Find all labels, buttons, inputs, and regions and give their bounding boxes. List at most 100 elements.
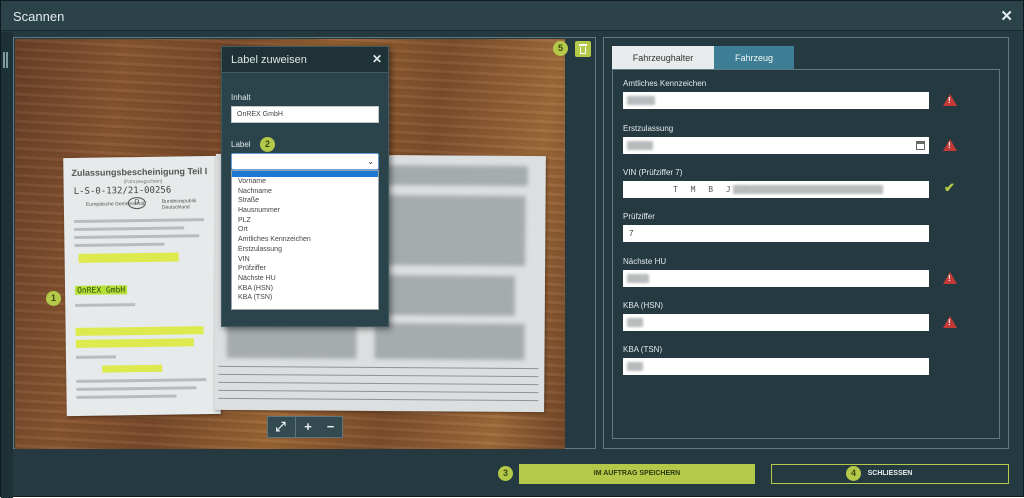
warning-icon: ! — [943, 272, 957, 284]
window-title: Scannen — [13, 9, 65, 24]
text-line — [74, 218, 205, 223]
label-option[interactable]: Erstzulassung — [232, 245, 378, 255]
zoom-out-icon[interactable]: − — [318, 417, 343, 437]
label-option[interactable]: Straße — [232, 196, 378, 206]
tsn-field[interactable] — [623, 358, 929, 375]
hu-field[interactable] — [623, 270, 929, 287]
kennzeichen-label: Amtliches Kennzeichen — [623, 79, 707, 88]
blurred-area — [226, 321, 357, 359]
highlight-street[interactable] — [75, 326, 204, 336]
scan-window: Scannen ✕ Zulassungsbescheinigung Teil I… — [0, 0, 1024, 498]
zoom-in-icon[interactable]: + — [295, 417, 320, 437]
highlight-plate[interactable] — [78, 252, 179, 263]
hsn-label: KBA (HSN) — [623, 301, 664, 310]
document-title: Zulassungsbescheinigung Teil I — [71, 166, 208, 178]
pruefziffer-field[interactable]: 7 — [623, 225, 929, 242]
handle-icon — [3, 52, 8, 68]
label-option[interactable]: Prüfziffer — [232, 264, 378, 274]
chevron-down-icon: ⌄ — [367, 157, 374, 166]
erstzulassung-label: Erstzulassung — [623, 124, 674, 133]
text-line — [74, 242, 165, 247]
close-icon[interactable]: ✕ — [1000, 7, 1013, 25]
highlight-name[interactable]: OnREX GmbH — [74, 285, 128, 295]
label-select-label: Label — [231, 140, 251, 149]
content-label: Inhalt — [231, 93, 251, 102]
vehicle-form: Amtliches Kennzeichen ! Erstzulassung ! … — [612, 69, 1000, 439]
marker-1: 1 — [46, 291, 61, 306]
label-option[interactable]: Ort — [232, 225, 378, 235]
dialog-title: Label zuweisen — [231, 54, 307, 66]
tsn-label: KBA (TSN) — [623, 345, 663, 354]
vin-label: VIN (Prüfziffer 7) — [623, 168, 683, 177]
warning-icon: ! — [943, 94, 957, 106]
fullscreen-icon[interactable]: ⤢ — [268, 417, 293, 437]
close-icon[interactable]: ✕ — [372, 52, 382, 66]
label-option[interactable]: PLZ — [232, 216, 378, 226]
text-line — [75, 303, 136, 307]
label-option[interactable]: Nachname — [232, 187, 378, 197]
redacted-value — [627, 96, 655, 105]
document-country-text: Bundesrepublik Deutschland — [161, 198, 197, 211]
save-to-order-button[interactable]: IM AUFTRAG SPEICHERN — [519, 464, 755, 484]
content-field[interactable]: OnREX GmbH — [231, 106, 379, 123]
label-option[interactable]: Vorname — [232, 177, 378, 187]
rule-line — [218, 365, 539, 370]
checkmark-icon: ✔ — [944, 180, 955, 195]
text-line — [74, 234, 200, 239]
text-line — [76, 386, 197, 391]
rule-line — [218, 389, 539, 394]
text-line — [75, 355, 117, 359]
hu-label: Nächste HU — [623, 257, 667, 266]
close-button[interactable]: SCHLIESSEN — [771, 464, 1009, 484]
document-number: L-S-0-132/21-00256 — [73, 185, 172, 197]
vin-field[interactable]: T M B J U — [623, 181, 929, 198]
zoom-toolbar: ⤢ + − — [267, 416, 343, 438]
label-option[interactable]: KBA (TSN) — [232, 293, 378, 303]
calendar-icon[interactable] — [916, 141, 925, 150]
label-option[interactable]: KBA (HSN) — [232, 284, 378, 294]
delete-button[interactable] — [575, 41, 591, 57]
label-options-list: Vorname Nachname Straße Hausnummer PLZ Ort Amt… — [231, 170, 379, 310]
text-line — [74, 226, 185, 231]
country-mark: D — [127, 196, 146, 210]
blurred-area — [374, 322, 525, 361]
kennzeichen-field[interactable] — [623, 92, 929, 109]
label-option[interactable]: Amtliches Kennzeichen — [232, 235, 378, 245]
rule-line — [218, 397, 539, 402]
label-option[interactable]: Hausnummer — [232, 206, 378, 216]
redacted-value — [627, 141, 653, 150]
marker-5: 5 — [553, 41, 568, 56]
label-assign-dialog: Label zuweisen ✕ Inhalt OnREX GmbH Label… — [221, 46, 389, 327]
highlight-date[interactable] — [102, 364, 163, 373]
document-subtitle: (Fahrzeugschein) — [123, 178, 163, 186]
erstzulassung-field[interactable] — [623, 137, 929, 154]
rule-line — [218, 373, 539, 378]
marker-3: 3 — [498, 466, 513, 481]
window-titlebar: Scannen ✕ — [1, 1, 1023, 31]
pruefziffer-label: Prüfziffer — [623, 212, 655, 221]
vehicle-form-panel: Fahrzeughalter Fahrzeug Amtliches Kennze… — [603, 37, 1009, 449]
label-select[interactable]: ⌄ — [231, 153, 379, 170]
redacted-value — [627, 318, 643, 327]
marker-2: 2 — [260, 137, 275, 152]
rule-line — [218, 381, 539, 386]
redacted-value — [733, 185, 883, 194]
warning-icon: ! — [943, 316, 957, 328]
hsn-field[interactable] — [623, 314, 929, 331]
redacted-value — [627, 274, 649, 283]
text-line — [76, 378, 207, 383]
tab-fahrzeughalter[interactable]: Fahrzeughalter — [612, 46, 714, 70]
text-line — [76, 394, 177, 399]
dialog-header: Label zuweisen ✕ — [222, 47, 388, 73]
document-page-left: Zulassungsbescheinigung Teil I (Fahrzeug… — [63, 155, 221, 417]
label-option[interactable]: Nächste HU — [232, 274, 378, 284]
highlight-city[interactable] — [75, 338, 194, 348]
tab-fahrzeug[interactable]: Fahrzeug — [714, 46, 794, 70]
side-edge — [1, 32, 13, 498]
warning-icon: ! — [943, 139, 957, 151]
label-option[interactable]: VIN — [232, 255, 378, 265]
trash-icon — [579, 44, 587, 46]
redacted-value — [627, 362, 643, 371]
trash-bin-icon — [580, 47, 586, 54]
blurred-area — [365, 194, 526, 267]
